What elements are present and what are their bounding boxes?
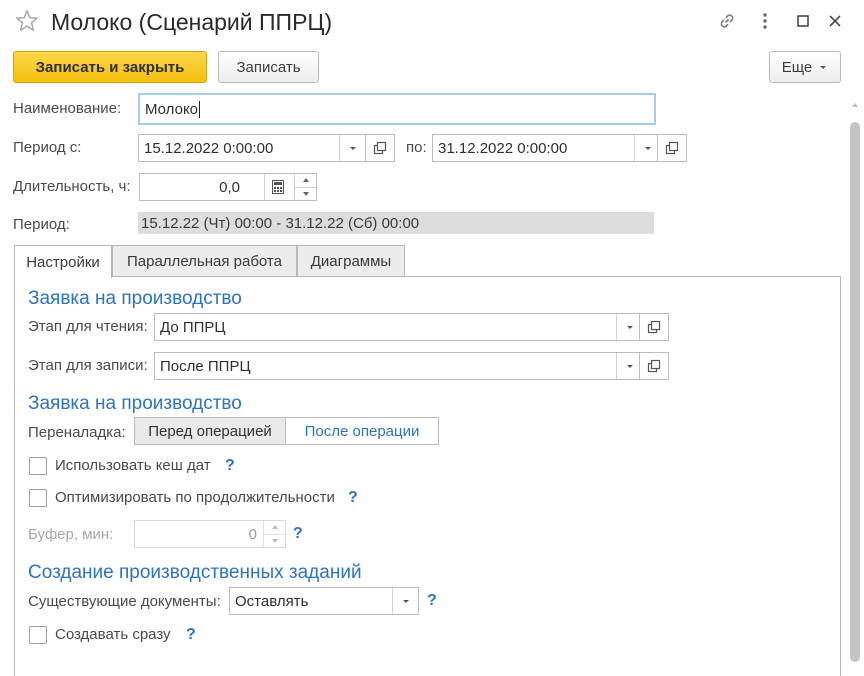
use-cache-help-icon[interactable]: ?: [225, 457, 235, 475]
group-title-production-request-2: Заявка на производство: [28, 393, 242, 414]
save-button[interactable]: Записать: [218, 51, 319, 83]
tab-parallel-work[interactable]: Параллельная работа: [112, 245, 297, 277]
spin-up-icon: [302, 178, 309, 183]
period-value: 15.12.22 (Чт) 00:00 - 31.12.22 (Сб) 00:0…: [138, 212, 654, 234]
open-icon: [373, 141, 387, 155]
read-stage-open-button[interactable]: [639, 313, 669, 341]
open-icon: [647, 320, 661, 334]
create-now-label[interactable]: Создавать сразу: [55, 626, 171, 643]
buffer-spinner[interactable]: [263, 521, 285, 547]
changeover-toggle[interactable]: Перед операцией После операции: [134, 417, 439, 445]
duration-value: 0,0: [219, 178, 240, 196]
optimize-duration-help-icon[interactable]: ?: [348, 489, 358, 507]
scrollbar-thumb[interactable]: [850, 122, 860, 662]
spin-down-button[interactable]: [264, 535, 285, 548]
optimize-duration-label[interactable]: Оптимизировать по продолжительности: [55, 489, 335, 506]
spin-down-icon: [271, 538, 278, 543]
period-from-open-button[interactable]: [365, 134, 395, 162]
period-from-dropdown-button[interactable]: [339, 135, 365, 161]
more-vertical-icon[interactable]: [754, 10, 776, 32]
tab-settings[interactable]: Настройки: [14, 245, 112, 278]
period-label: Период:: [13, 216, 70, 233]
spin-down-button[interactable]: [295, 188, 316, 201]
existing-docs-dropdown-button[interactable]: [392, 588, 418, 614]
tab-diagrams[interactable]: Диаграммы: [297, 245, 405, 277]
duration-label: Длительность, ч:: [13, 178, 131, 195]
changeover-option-before[interactable]: Перед операцией: [135, 418, 286, 444]
name-label: Наименование:: [13, 100, 122, 117]
use-cache-checkbox[interactable]: [29, 457, 47, 475]
period-from-label: Период с:: [13, 139, 82, 156]
buffer-value: 0: [248, 525, 257, 543]
scroll-up-icon[interactable]: [850, 100, 860, 110]
optimize-duration-checkbox[interactable]: [29, 489, 47, 507]
existing-docs-label: Существующие документы:: [28, 593, 221, 610]
open-icon: [647, 359, 661, 373]
name-value: Молоко: [145, 100, 199, 118]
spin-up-button[interactable]: [295, 174, 316, 188]
open-icon: [665, 141, 679, 155]
existing-docs-value: Оставлять: [235, 592, 309, 610]
use-cache-label[interactable]: Использовать кеш дат: [55, 457, 211, 474]
spin-down-icon: [302, 191, 309, 196]
text-cursor: [199, 100, 201, 118]
vertical-scrollbar[interactable]: [850, 100, 860, 666]
period-from-input[interactable]: 15.12.2022 0:00:00: [138, 134, 366, 162]
buffer-help-icon[interactable]: ?: [293, 525, 303, 543]
read-stage-label: Этап для чтения:: [28, 318, 148, 335]
existing-docs-help-icon[interactable]: ?: [427, 592, 437, 610]
chevron-down-icon: [644, 147, 651, 150]
changeover-label: Переналадка:: [28, 424, 126, 441]
chevron-down-icon: [820, 66, 827, 69]
more-button-label: Еще: [781, 58, 813, 76]
chevron-down-icon: [626, 365, 633, 368]
spin-up-button[interactable]: [264, 521, 285, 535]
chevron-down-icon: [402, 600, 409, 603]
calculator-icon: [271, 180, 284, 194]
favorite-star-icon[interactable]: [14, 8, 40, 34]
buffer-label: Буфер, мин:: [28, 526, 114, 543]
calculator-button[interactable]: [264, 174, 290, 200]
group-title-production-tasks: Создание производственных заданий: [28, 562, 362, 583]
name-input[interactable]: Молоко: [138, 93, 656, 125]
window-title: Молоко (Сценарий ППРЦ): [51, 9, 333, 35]
changeover-option-after[interactable]: После операции: [286, 418, 438, 444]
write-stage-value: После ППРЦ: [160, 357, 251, 375]
create-now-help-icon[interactable]: ?: [186, 626, 196, 644]
duration-input[interactable]: 0,0: [139, 173, 317, 201]
chevron-down-icon: [626, 326, 633, 329]
chevron-down-icon: [349, 147, 356, 150]
write-stage-open-button[interactable]: [639, 352, 669, 380]
read-stage-value: До ППРЦ: [160, 318, 226, 336]
save-and-close-button[interactable]: Записать и закрыть: [13, 51, 207, 83]
write-stage-select[interactable]: После ППРЦ: [154, 352, 643, 380]
duration-spinner[interactable]: [294, 174, 316, 200]
create-now-checkbox[interactable]: [29, 626, 47, 644]
more-button[interactable]: Еще: [769, 51, 841, 83]
link-icon[interactable]: [716, 10, 738, 32]
period-to-value: 31.12.2022 0:00:00: [438, 139, 568, 157]
period-to-input[interactable]: 31.12.2022 0:00:00: [432, 134, 661, 162]
buffer-input[interactable]: 0: [134, 520, 286, 548]
period-to-label: по:: [406, 139, 427, 156]
period-from-value: 15.12.2022 0:00:00: [144, 139, 274, 157]
write-stage-label: Этап для записи:: [28, 357, 148, 374]
existing-docs-select[interactable]: Оставлять: [229, 587, 419, 615]
spin-up-icon: [271, 525, 278, 530]
read-stage-select[interactable]: До ППРЦ: [154, 313, 643, 341]
close-icon[interactable]: [824, 10, 846, 32]
maximize-icon[interactable]: [792, 10, 814, 32]
period-to-open-button[interactable]: [657, 134, 687, 162]
group-title-production-request-1: Заявка на производство: [28, 288, 242, 309]
